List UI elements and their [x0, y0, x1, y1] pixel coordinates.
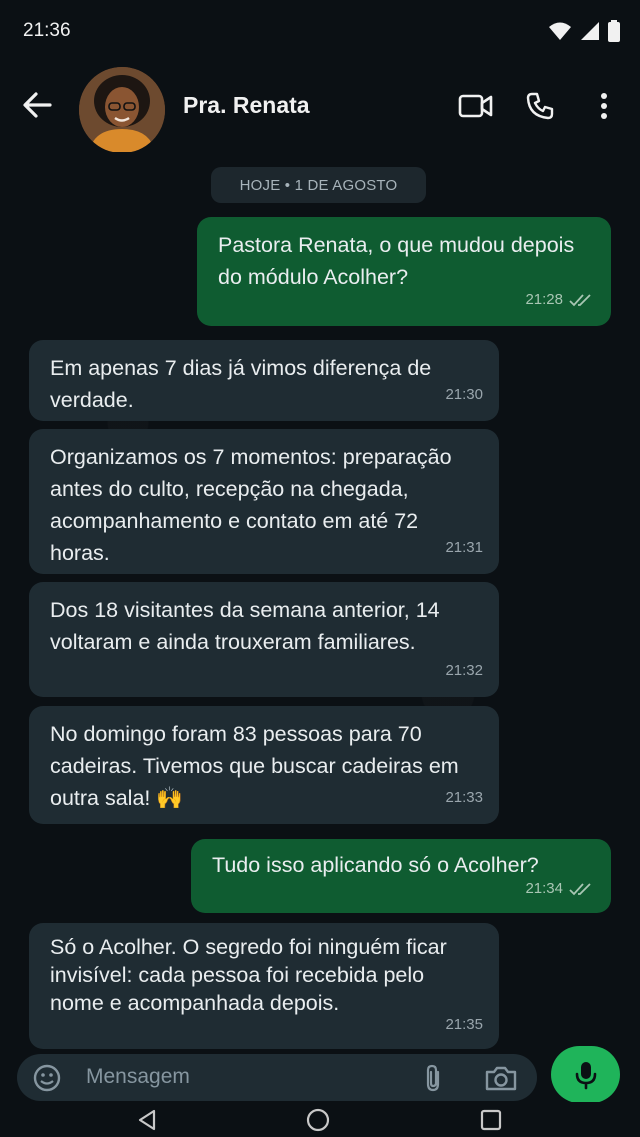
message-incoming[interactable]: Só o Acolher. O segredo foi ninguém fica… — [29, 923, 499, 1049]
header-actions — [458, 88, 622, 124]
message-text: Em apenas 7 dias já vimos diferença de v… — [50, 356, 432, 412]
wifi-icon — [549, 22, 571, 40]
message-meta: 21:28 — [525, 284, 595, 316]
message-meta: 21:33 — [445, 782, 483, 814]
message-incoming[interactable]: No domingo foram 83 pessoas para 70 cade… — [29, 706, 499, 824]
phone-icon — [526, 92, 554, 120]
video-camera-icon — [458, 94, 493, 118]
message-time: 21:33 — [445, 789, 483, 806]
nav-back-button[interactable] — [135, 1108, 159, 1132]
message-text: Organizamos os 7 momentos: preparação an… — [50, 445, 452, 565]
message-text: Dos 18 visitantes da semana anterior, 14… — [50, 598, 440, 654]
status-time: 21:36 — [23, 20, 71, 41]
voice-message-button[interactable] — [551, 1046, 620, 1103]
more-vert-icon — [601, 93, 607, 119]
attach-button[interactable] — [419, 1063, 449, 1093]
message-time: 21:30 — [445, 386, 483, 403]
status-bar: 21:36 — [0, 0, 640, 62]
composer — [0, 1046, 640, 1103]
contact-name[interactable]: Pra. Renata — [183, 92, 310, 119]
message-input-container — [17, 1054, 537, 1101]
back-button[interactable] — [20, 88, 54, 122]
camera-icon — [485, 1066, 517, 1091]
message-incoming[interactable]: Em apenas 7 dias já vimos diferença de v… — [29, 340, 499, 421]
message-incoming[interactable]: Dos 18 visitantes da semana anterior, 14… — [29, 582, 499, 697]
message-time: 21:31 — [445, 539, 483, 556]
date-chip: HOJE • 1 DE AGOSTO — [211, 167, 426, 203]
triangle-back-icon — [138, 1109, 156, 1131]
avatar-portrait — [79, 67, 165, 153]
paperclip-icon — [426, 1064, 440, 1092]
back-arrow-icon — [23, 92, 52, 118]
message-time: 21:28 — [525, 291, 563, 308]
cellular-signal-icon — [581, 22, 599, 40]
message-meta: 21:34 — [525, 873, 595, 905]
message-meta: 21:35 — [445, 1011, 483, 1039]
message-outgoing[interactable]: Pastora Renata, o que mudou depois do mó… — [197, 217, 611, 326]
voice-call-button[interactable] — [522, 88, 558, 124]
status-icons — [548, 20, 620, 42]
circle-home-icon — [306, 1108, 330, 1132]
avatar[interactable] — [79, 67, 165, 153]
video-call-button[interactable] — [458, 88, 494, 124]
square-recents-icon — [480, 1109, 502, 1131]
camera-button[interactable] — [484, 1063, 518, 1093]
more-options-button[interactable] — [586, 88, 622, 124]
message-time: 21:35 — [445, 1016, 483, 1033]
double-check-icon — [569, 294, 591, 307]
message-time: 21:32 — [445, 662, 483, 679]
message-meta: 21:31 — [445, 532, 483, 564]
message-incoming[interactable]: Organizamos os 7 momentos: preparação an… — [29, 429, 499, 574]
battery-icon — [608, 20, 620, 42]
emoji-button[interactable] — [32, 1063, 62, 1093]
message-meta: 21:32 — [445, 655, 483, 687]
message-text: Só o Acolher. O segredo foi ninguém fica… — [50, 935, 447, 1015]
system-nav-bar — [0, 1102, 640, 1137]
nav-home-button[interactable] — [306, 1108, 330, 1132]
microphone-icon — [575, 1061, 596, 1089]
emoji-icon — [33, 1064, 61, 1092]
message-time: 21:34 — [525, 880, 563, 897]
message-meta: 21:30 — [445, 379, 483, 411]
chat-header: Pra. Renata — [0, 62, 640, 153]
message-text: No domingo foram 83 pessoas para 70 cade… — [50, 722, 459, 810]
nav-recents-button[interactable] — [479, 1108, 503, 1132]
chat-area[interactable]: HOJE • 1 DE AGOSTO Pastora Renata, o que… — [0, 152, 640, 1054]
message-outgoing[interactable]: Tudo isso aplicando só o Acolher? 21:34 — [191, 839, 611, 913]
message-input[interactable] — [86, 1062, 386, 1092]
double-check-icon — [569, 883, 591, 896]
